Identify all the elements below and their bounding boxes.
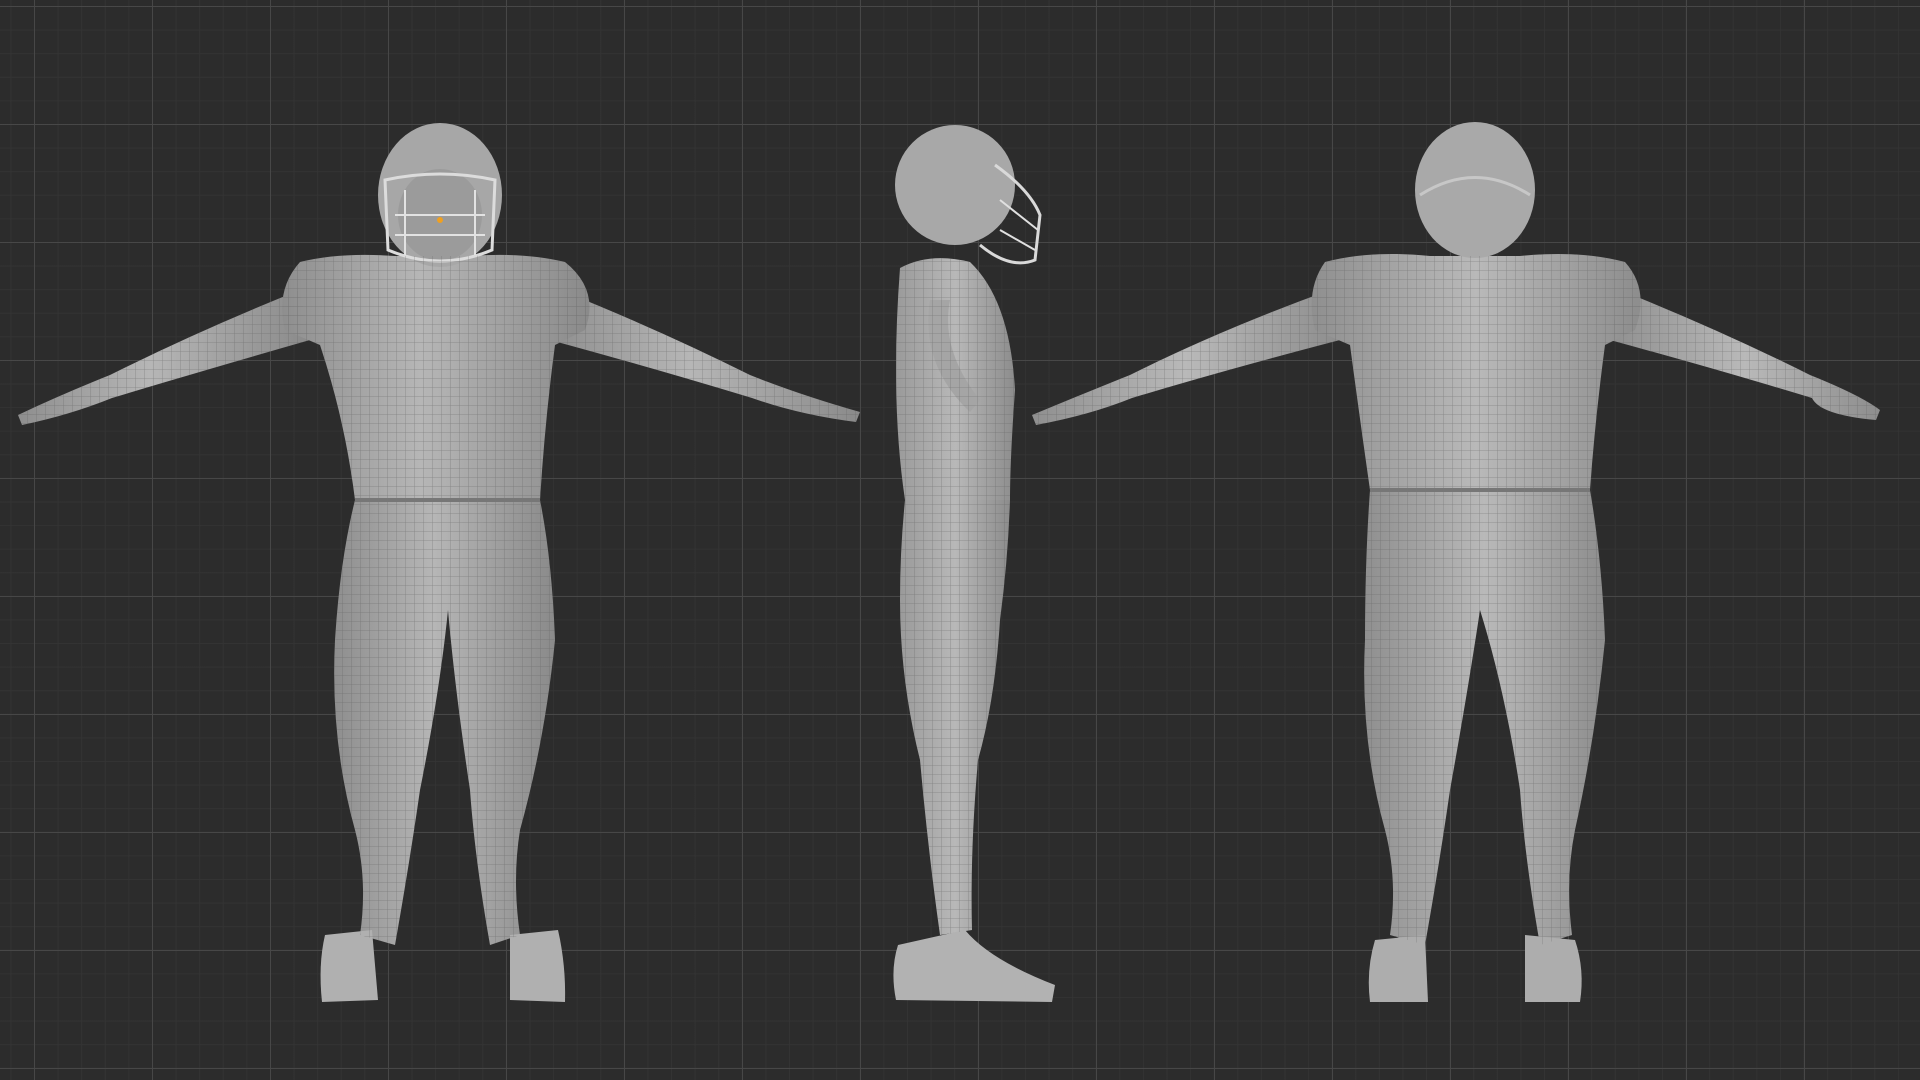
mesh-back-view-icon <box>1032 122 1880 1002</box>
origin-marker <box>437 217 443 223</box>
front-body <box>18 123 860 1002</box>
mesh-front-view-icon <box>18 123 860 1002</box>
back-body <box>1032 122 1880 1002</box>
3d-viewport[interactable] <box>0 0 1920 1080</box>
front-view-model[interactable] <box>0 0 880 1080</box>
back-view-model[interactable] <box>1020 0 1920 1080</box>
